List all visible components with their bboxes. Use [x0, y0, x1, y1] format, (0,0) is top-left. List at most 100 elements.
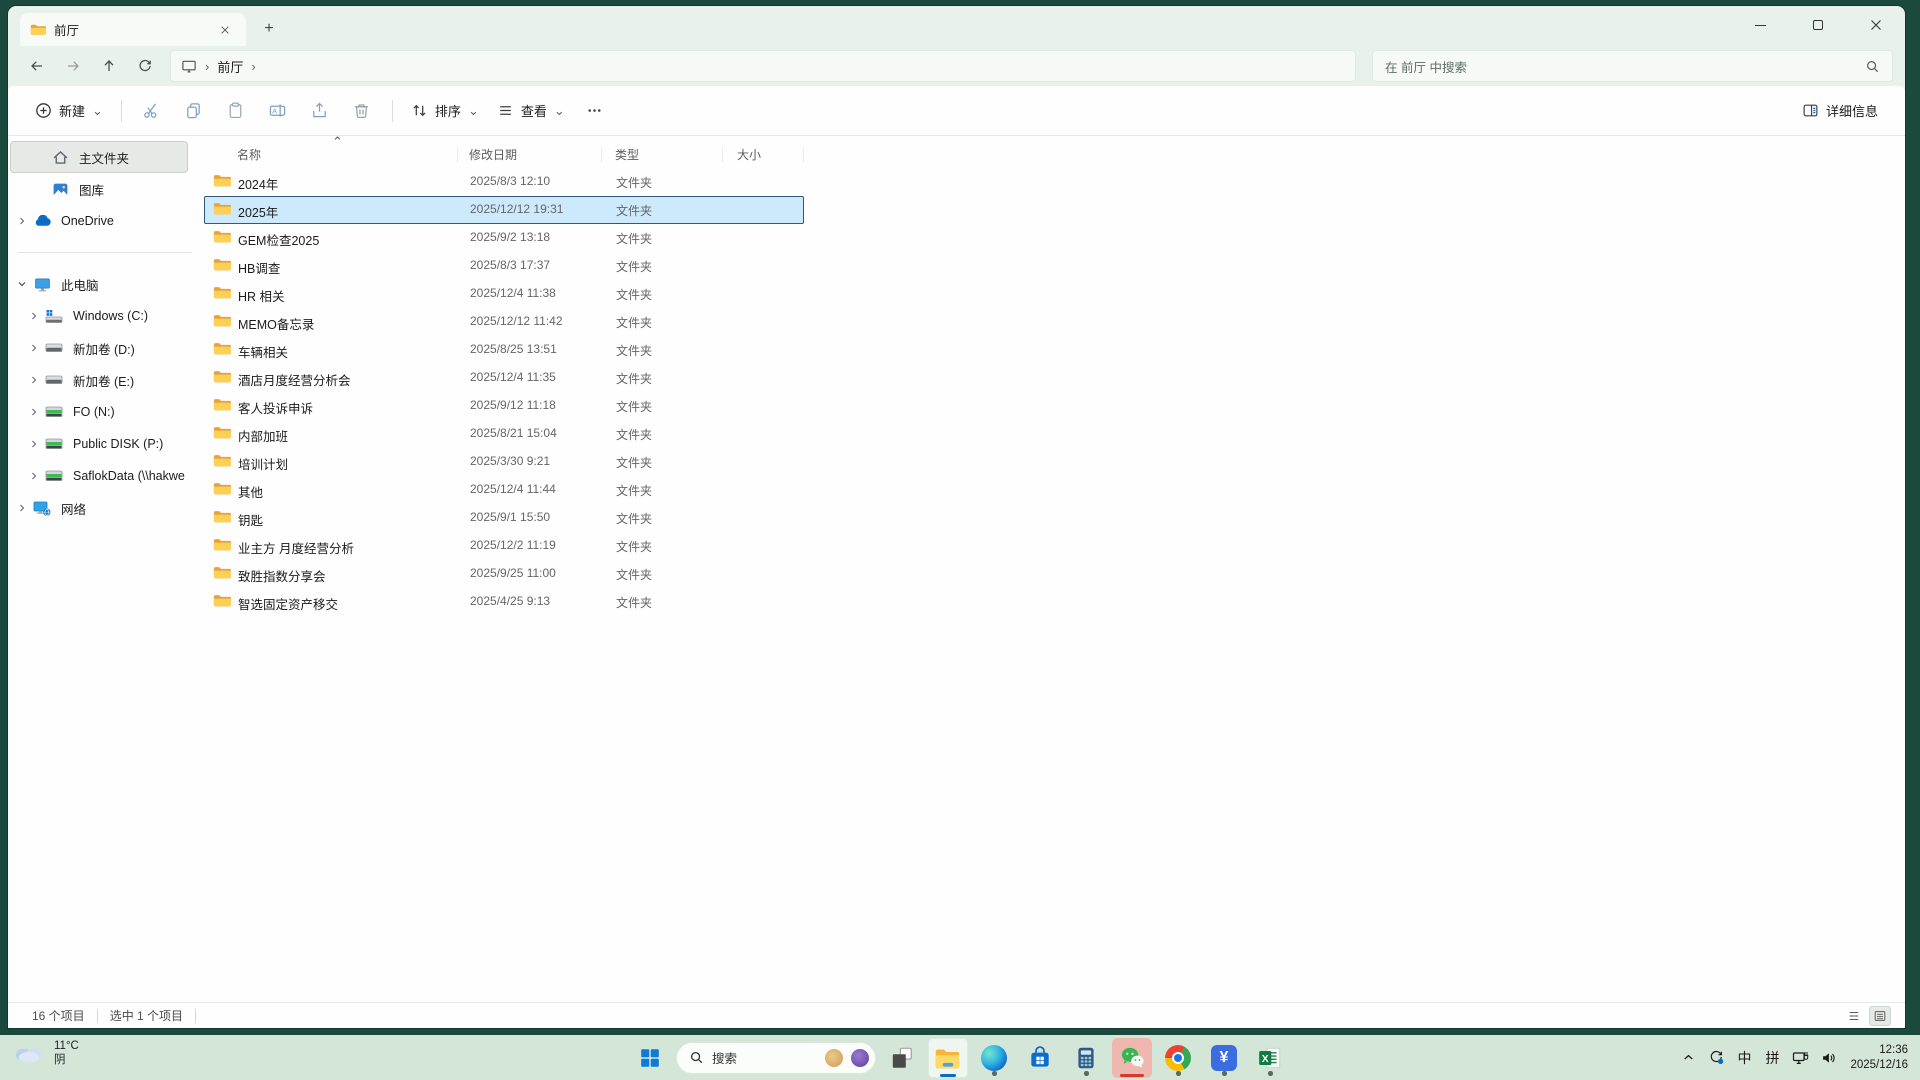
file-row[interactable]: 酒店月度经营分析会 2025/12/4 11:35 文件夹 [204, 364, 804, 392]
minimize-button[interactable] [1731, 6, 1789, 44]
new-button[interactable]: 新建 ⌄ [26, 94, 112, 128]
more-options-button[interactable] [574, 94, 616, 128]
column-divider[interactable] [803, 147, 804, 162]
taskbar-clock[interactable]: 12:36 2025/12/16 [1850, 1043, 1914, 1073]
sidebar-item[interactable]: Public DISK (P:) [10, 428, 188, 460]
taskbar-app-button[interactable]: X [1250, 1038, 1290, 1078]
start-button[interactable] [630, 1038, 670, 1078]
sidebar-item[interactable]: 图库 [10, 173, 188, 205]
tab-strip: 前厅 + [8, 6, 1905, 46]
file-row[interactable]: 钥匙 2025/9/1 15:50 文件夹 [204, 504, 804, 532]
toolbar-action-button[interactable] [341, 94, 383, 128]
folder-icon [213, 509, 231, 524]
tray-item[interactable]: 中 [1732, 1043, 1756, 1073]
volume-icon [1820, 1050, 1837, 1066]
toolbar-action-button[interactable] [299, 94, 341, 128]
sidebar-item[interactable]: 此电脑 [10, 268, 188, 300]
explorer-tab[interactable]: 前厅 [20, 13, 246, 46]
address-bar: › 前厅 › 在 前厅 中搜索 [8, 46, 1905, 86]
column-divider[interactable] [457, 147, 458, 162]
taskbar-app-button[interactable] [1112, 1038, 1152, 1078]
taskbar-app-button[interactable] [882, 1038, 922, 1078]
sidebar-item[interactable]: 网络 [10, 492, 188, 524]
file-row[interactable]: HB调查 2025/8/3 17:37 文件夹 [204, 252, 804, 280]
sidebar-item[interactable]: FO (N:) [10, 396, 188, 428]
up-button[interactable] [92, 51, 126, 81]
close-button[interactable] [1847, 6, 1905, 44]
tray-item[interactable] [1816, 1043, 1840, 1073]
tray-item[interactable] [1704, 1043, 1728, 1073]
taskbar-app-button[interactable] [1020, 1038, 1060, 1078]
folder-icon [213, 285, 231, 300]
details-pane-button[interactable]: 详细信息 [1793, 94, 1887, 128]
tray-item[interactable] [1676, 1043, 1700, 1073]
tray-item[interactable]: 拼 [1760, 1043, 1784, 1073]
file-row[interactable]: 客人投诉申诉 2025/9/12 11:18 文件夹 [204, 392, 804, 420]
yen-app-icon: ¥ [1211, 1045, 1237, 1071]
file-row[interactable]: 培训计划 2025/3/30 9:21 文件夹 [204, 448, 804, 476]
tray-item[interactable] [1788, 1043, 1812, 1073]
chrome-icon [1165, 1045, 1191, 1071]
file-row[interactable]: 2024年 2025/8/3 12:10 文件夹 [204, 168, 804, 196]
column-header-name[interactable]: 名称 [237, 146, 261, 163]
file-modified-date: 2025/9/12 11:18 [470, 398, 556, 412]
file-row[interactable]: MEMO备忘录 2025/12/12 11:42 文件夹 [204, 308, 804, 336]
file-row[interactable]: 车辆相关 2025/8/25 13:51 文件夹 [204, 336, 804, 364]
chevron-right-icon [25, 342, 43, 354]
file-row[interactable]: 2025年 2025/12/12 19:31 文件夹 [204, 196, 804, 224]
maximize-button[interactable] [1789, 6, 1847, 44]
sidebar-item[interactable]: 新加卷 (D:) [10, 332, 188, 364]
refresh-button[interactable] [128, 51, 162, 81]
forward-button[interactable] [56, 51, 90, 81]
sidebar-item[interactable]: 主文件夹 [10, 141, 188, 173]
clock-date: 2025/12/16 [1850, 1058, 1908, 1073]
minimize-icon [1755, 25, 1766, 26]
file-row[interactable]: 智选固定资产移交 2025/4/25 9:13 文件夹 [204, 588, 804, 616]
column-header-date[interactable]: 修改日期 [469, 146, 517, 163]
column-header-type[interactable]: 类型 [615, 146, 639, 163]
view-button[interactable]: 查看 ⌄ [488, 94, 574, 128]
file-row[interactable]: 内部加班 2025/8/21 15:04 文件夹 [204, 420, 804, 448]
folder-icon [213, 397, 231, 412]
details-view-button[interactable] [1869, 1006, 1891, 1026]
file-row[interactable]: 其他 2025/12/4 11:44 文件夹 [204, 476, 804, 504]
taskbar-app-button[interactable] [1158, 1038, 1198, 1078]
view-icon [497, 102, 514, 119]
file-modified-date: 2025/12/12 11:42 [470, 314, 563, 328]
column-header-size[interactable]: 大小 [737, 146, 761, 163]
taskbar-center: 搜索 [0, 1035, 1920, 1080]
column-divider[interactable] [601, 147, 602, 162]
file-row[interactable]: HR 相关 2025/12/4 11:38 文件夹 [204, 280, 804, 308]
breadcrumb[interactable]: › 前厅 › [170, 50, 1356, 82]
toolbar-action-button[interactable] [131, 94, 173, 128]
toolbar-action-button[interactable] [215, 94, 257, 128]
column-divider[interactable] [722, 147, 723, 162]
file-row[interactable]: 致胜指数分享会 2025/9/25 11:00 文件夹 [204, 560, 804, 588]
list-view-button[interactable] [1843, 1006, 1865, 1026]
back-button[interactable] [20, 51, 54, 81]
sidebar-item[interactable]: OneDrive [10, 205, 188, 237]
taskbar-app-button[interactable] [928, 1038, 968, 1078]
sidebar-item[interactable]: SaflokData (\\hakwe [10, 460, 188, 492]
sidebar-item-label: 新加卷 (E:) [73, 371, 134, 390]
calculator-icon [1073, 1045, 1099, 1071]
file-row[interactable]: 业主方 月度经营分析 2025/12/2 11:19 文件夹 [204, 532, 804, 560]
sidebar-item[interactable]: 新加卷 (E:) [10, 364, 188, 396]
taskbar-app-button[interactable] [1066, 1038, 1106, 1078]
chevron-right-icon [13, 215, 31, 227]
toolbar-action-button[interactable]: A [257, 94, 299, 128]
tab-close-icon[interactable] [214, 19, 236, 41]
taskbar-search[interactable]: 搜索 [676, 1042, 876, 1074]
toolbar-action-button[interactable] [173, 94, 215, 128]
status-divider [97, 1009, 98, 1023]
file-row[interactable]: GEM检查2025 2025/9/2 13:18 文件夹 [204, 224, 804, 252]
taskbar-search-label: 搜索 [712, 1048, 817, 1067]
sort-button[interactable]: 排序 ⌄ [402, 94, 488, 128]
search-input[interactable]: 在 前厅 中搜索 [1372, 50, 1893, 82]
sidebar-item[interactable]: Windows (C:) [10, 300, 188, 332]
new-tab-button[interactable]: + [256, 16, 282, 42]
gallery-icon [49, 181, 71, 198]
taskbar-app-button[interactable] [974, 1038, 1014, 1078]
taskbar-app-button[interactable]: ¥ [1204, 1038, 1244, 1078]
breadcrumb-location[interactable]: 前厅 [217, 57, 243, 76]
